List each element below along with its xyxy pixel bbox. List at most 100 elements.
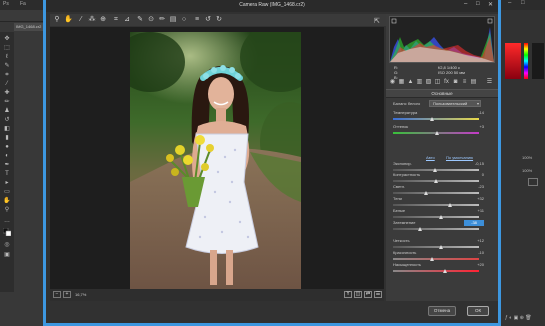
stamp-tool-icon[interactable]: ♟	[3, 108, 11, 114]
crop-tool-icon[interactable]: ⌗	[3, 72, 11, 78]
move-tool-icon[interactable]: ✥	[3, 36, 11, 42]
slider-thumb[interactable]	[439, 245, 444, 249]
dodge-tool-icon[interactable]: ◐	[3, 153, 11, 159]
slider-value[interactable]: -38	[464, 220, 484, 226]
slider-track[interactable]	[393, 192, 479, 194]
hand-tool-icon[interactable]: ✋	[3, 198, 11, 204]
cancel-button[interactable]: Отмена	[428, 306, 456, 316]
marquee-tool-icon[interactable]: ⬚	[3, 45, 11, 51]
menu-file[interactable]: Fa	[20, 1, 26, 7]
slider-value[interactable]: +12	[464, 238, 484, 243]
type-tool-icon[interactable]: T	[3, 171, 11, 177]
tab-detail-icon[interactable]: ▲	[407, 79, 414, 86]
brush-tool-icon[interactable]: ✏	[3, 99, 11, 105]
slider-track[interactable]	[393, 228, 479, 230]
tab-basic-icon[interactable]: ◉	[389, 79, 396, 86]
rotate-ccw-icon[interactable]: ↺	[204, 16, 212, 24]
red-eye-icon[interactable]: ⊙	[147, 16, 155, 24]
slider-track[interactable]	[393, 118, 479, 120]
tab-tone-curve-icon[interactable]: ▦	[398, 79, 405, 86]
target-adjust-icon[interactable]: ⊕	[99, 16, 107, 24]
slider-value[interactable]: -23	[464, 184, 484, 189]
layer-thumbnail[interactable]	[528, 178, 538, 186]
tab-hsl-icon[interactable]: ▥	[416, 79, 423, 86]
more-tools-icon[interactable]: …	[3, 218, 11, 224]
zoom-out-button[interactable]: −	[53, 291, 61, 298]
zoom-tool-icon[interactable]: ⚲	[3, 207, 11, 213]
radial-filter-icon[interactable]: ○	[180, 16, 188, 24]
ok-button[interactable]: ОК	[467, 306, 489, 316]
tab-snapshots-icon[interactable]: ▤	[470, 79, 477, 86]
path-select-tool-icon[interactable]: ▸	[3, 180, 11, 186]
dialog-close-button[interactable]: ✕	[488, 1, 493, 8]
slider-value[interactable]: +20	[464, 262, 484, 267]
hue-strip[interactable]	[524, 43, 528, 79]
slider-track[interactable]	[393, 216, 479, 218]
crop-icon[interactable]: ⌗	[112, 16, 120, 24]
open-image-icon[interactable]: ⇱	[374, 17, 380, 25]
gradient-tool-icon[interactable]: ▮	[3, 135, 11, 141]
opacity-value[interactable]: 100%	[522, 155, 532, 160]
fill-value[interactable]: 100%	[522, 168, 532, 173]
layer-buttons-icon[interactable]: ƒ ◐ ▣ ⊕ 🗑	[505, 315, 541, 321]
swap-settings-icon[interactable]: ⇄	[364, 291, 372, 298]
rotate-cw-icon[interactable]: ↻	[215, 16, 223, 24]
tab-camera-calibration-icon[interactable]: ◙	[452, 79, 459, 86]
dialog-minimize-button[interactable]: –	[464, 1, 467, 7]
straighten-icon[interactable]: ⊿	[123, 16, 131, 24]
tab-effects-icon[interactable]: fx	[443, 79, 450, 86]
ps-maximize-button[interactable]: □	[521, 0, 525, 6]
slider-thumb[interactable]	[442, 269, 447, 273]
slider-track[interactable]	[393, 270, 479, 272]
color-picker-field[interactable]	[505, 43, 521, 79]
quick-select-tool-icon[interactable]: ✎	[3, 63, 11, 69]
healing-tool-icon[interactable]: ✚	[3, 90, 11, 96]
blur-tool-icon[interactable]: ●	[3, 144, 11, 150]
zoom-icon[interactable]: ⚲	[53, 16, 61, 24]
slider-track[interactable]	[393, 258, 479, 260]
color-swatches-icon[interactable]	[2, 227, 12, 237]
screen-mode-icon[interactable]: ▣	[3, 252, 11, 258]
tab-presets-icon[interactable]: ≡	[461, 79, 468, 86]
slider-value[interactable]: +32	[464, 196, 484, 201]
slider-value[interactable]: +3	[464, 124, 484, 129]
adjustment-brush-icon[interactable]: ✏	[158, 16, 166, 24]
history-brush-tool-icon[interactable]: ↺	[3, 117, 11, 123]
panel-menu-icon[interactable]: ☰	[486, 79, 493, 86]
slider-value[interactable]: -10	[464, 250, 484, 255]
color-sampler-icon[interactable]: ⁂	[88, 16, 96, 24]
hand-icon[interactable]: ✋	[64, 16, 73, 24]
slider-thumb[interactable]	[423, 191, 428, 195]
shape-tool-icon[interactable]: ▭	[3, 189, 11, 195]
white-balance-select[interactable]: Пользовательский	[429, 100, 481, 107]
slider-thumb[interactable]	[447, 203, 452, 207]
preferences-icon[interactable]: ≡	[193, 16, 201, 24]
spot-removal-icon[interactable]: ✎	[136, 16, 144, 24]
slider-thumb[interactable]	[429, 117, 434, 121]
zoom-level[interactable]: 16,7%	[75, 292, 86, 297]
quick-mask-icon[interactable]: ◎	[3, 242, 11, 248]
preview-settings-icon[interactable]: ☰	[374, 291, 382, 298]
zoom-in-button[interactable]: +	[63, 291, 71, 298]
ps-minimize-button[interactable]: –	[508, 0, 511, 6]
slider-value[interactable]: +11	[464, 208, 485, 213]
tab-lens-icon[interactable]: ◫	[434, 79, 441, 86]
eyedropper-tool-icon[interactable]: ⁄	[3, 81, 11, 87]
before-after-icon[interactable]: ◫	[354, 291, 362, 298]
pen-tool-icon[interactable]: ✒	[3, 162, 11, 168]
default-link[interactable]: По умолчанию	[446, 155, 473, 160]
slider-thumb[interactable]	[417, 227, 422, 231]
tab-split-toning-icon[interactable]: ▨	[425, 79, 432, 86]
auto-link[interactable]: Авто	[426, 155, 435, 160]
slider-track[interactable]	[393, 204, 479, 206]
slider-value[interactable]: 0	[464, 172, 484, 177]
slider-track[interactable]	[393, 246, 479, 248]
eraser-tool-icon[interactable]: ◧	[3, 126, 11, 132]
lasso-tool-icon[interactable]: ℓ	[3, 54, 11, 60]
slider-thumb[interactable]	[434, 131, 439, 135]
slider-value[interactable]: -14	[464, 110, 484, 115]
white-balance-icon[interactable]: ⁄	[77, 16, 85, 24]
slider-thumb[interactable]	[439, 215, 444, 219]
slider-thumb[interactable]	[434, 179, 438, 183]
dialog-maximize-button[interactable]: □	[476, 1, 480, 7]
